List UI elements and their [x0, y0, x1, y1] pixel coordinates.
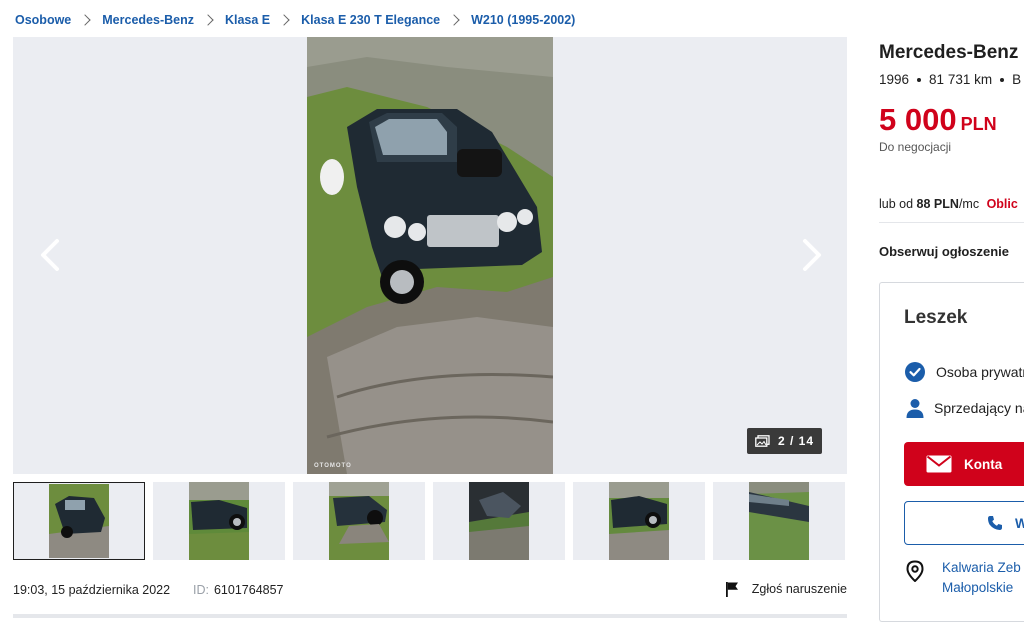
- thumbnail-4[interactable]: [433, 482, 565, 560]
- listing-date: 19:03, 15 października 2022: [13, 583, 171, 597]
- listing-meta: 19:03, 15 października 2022 ID: 610176485…: [13, 581, 847, 599]
- next-photo-button[interactable]: [793, 237, 829, 273]
- location-region-link[interactable]: Małopolskie: [942, 578, 1021, 598]
- thumbnail-image: [189, 482, 249, 560]
- gallery-icon: [755, 435, 770, 447]
- location-city-link[interactable]: Kalwaria Zeb: [942, 558, 1021, 578]
- seller-since-label: Sprzedający na: [934, 400, 1024, 416]
- listing-price: 5 000 PLN: [879, 102, 997, 138]
- price-currency: PLN: [960, 114, 997, 134]
- thumbnail-image: [329, 482, 389, 560]
- finance-amount: 88 PLN: [916, 197, 959, 211]
- listing-id-label: ID:: [193, 583, 209, 597]
- phone-icon: [988, 516, 1002, 530]
- sidebar-divider: [879, 222, 1024, 223]
- bullet-separator: [1000, 77, 1005, 82]
- price-amount: 5 000: [879, 102, 957, 137]
- photo-gallery: OTOMOTO 2 / 14: [13, 37, 847, 474]
- breadcrumb-item-klasa-e-230[interactable]: Klasa E 230 T Elegance: [301, 13, 440, 27]
- negotiation-note: Do negocjacji: [879, 140, 952, 154]
- listing-sidebar: Mercedes-Benz K 1996 81 731 km B 5 000 PL…: [879, 0, 1024, 634]
- photo-counter-text: 2 / 14: [777, 434, 815, 448]
- breadcrumb-item-osobowe[interactable]: Osobowe: [15, 13, 71, 27]
- seller-name: Leszek: [904, 307, 968, 328]
- financing-info: lub od 88 PLN/mc Oblic: [879, 197, 1018, 211]
- listing-id: ID: 6101764857: [193, 583, 284, 597]
- contact-seller-button[interactable]: Konta: [904, 442, 1024, 486]
- spec-year: 1996: [879, 72, 910, 87]
- follow-listing-button[interactable]: Obserwuj ogłoszenie: [879, 244, 1009, 259]
- breadcrumb-item-klasa-e[interactable]: Klasa E: [225, 13, 270, 27]
- thumbnail-2[interactable]: [153, 482, 285, 560]
- breadcrumb-item-w210[interactable]: W210 (1995-2002): [471, 13, 575, 27]
- breadcrumb: Osobowe Mercedes-Benz Klasa E Klasa E 23…: [15, 12, 575, 28]
- photo-counter[interactable]: 2 / 14: [747, 428, 822, 454]
- chevron-right-icon: [202, 14, 214, 26]
- show-phone-button[interactable]: W: [904, 501, 1024, 545]
- chevron-right-icon: [79, 14, 91, 26]
- seller-card: Leszek Osoba prywatn Sprzedający na Kont…: [879, 282, 1024, 622]
- chevron-left-icon: [41, 239, 59, 271]
- thumbnail-6[interactable]: [713, 482, 845, 560]
- breadcrumb-item-mercedes-benz[interactable]: Mercedes-Benz: [102, 13, 194, 27]
- envelope-icon: [926, 455, 952, 473]
- location-pin-icon: [906, 560, 924, 582]
- phone-button-label: W: [1015, 515, 1024, 531]
- user-icon: [906, 399, 924, 418]
- thumbnail-1[interactable]: [13, 482, 145, 560]
- chevron-right-icon: [278, 14, 290, 26]
- previous-photo-button[interactable]: [33, 237, 69, 273]
- seller-type: Osoba prywatn: [904, 361, 1024, 383]
- location-text: Kalwaria Zeb Małopolskie: [942, 558, 1021, 598]
- thumbnail-5[interactable]: [573, 482, 705, 560]
- listing-specs: 1996 81 731 km B: [879, 72, 1021, 87]
- seller-since: Sprzedający na: [904, 397, 1024, 419]
- chevron-right-icon: [803, 239, 821, 271]
- contact-button-label: Konta: [964, 456, 1003, 472]
- flag-icon: [725, 582, 738, 597]
- section-divider: [13, 614, 847, 618]
- thumbnail-image: [469, 482, 529, 560]
- bullet-separator: [917, 77, 922, 82]
- thumbnail-image: [749, 482, 809, 560]
- seller-location: Kalwaria Zeb Małopolskie: [904, 558, 1021, 598]
- thumbnail-strip: [13, 482, 847, 560]
- report-label: Zgłoś naruszenie: [751, 582, 847, 596]
- photo-watermark: OTOMOTO: [314, 463, 352, 469]
- thumbnail-image: [609, 482, 669, 560]
- finance-calculate-link[interactable]: Oblic: [987, 197, 1018, 211]
- chevron-right-icon: [448, 14, 460, 26]
- check-circle-icon: [905, 362, 925, 382]
- spec-fuel: B: [1012, 72, 1022, 87]
- thumbnail-3[interactable]: [293, 482, 425, 560]
- listing-title: Mercedes-Benz K: [879, 42, 1024, 63]
- report-button[interactable]: Zgłoś naruszenie: [724, 581, 847, 597]
- main-photo[interactable]: OTOMOTO: [307, 37, 553, 474]
- spec-mileage: 81 731 km: [929, 72, 993, 87]
- seller-type-label: Osoba prywatn: [936, 364, 1024, 380]
- finance-suffix: /mc: [958, 197, 980, 211]
- car-photo-illustration: [307, 37, 553, 474]
- finance-prefix: lub od: [879, 197, 914, 211]
- listing-id-value: 6101764857: [213, 583, 284, 597]
- thumbnail-image: [49, 484, 109, 558]
